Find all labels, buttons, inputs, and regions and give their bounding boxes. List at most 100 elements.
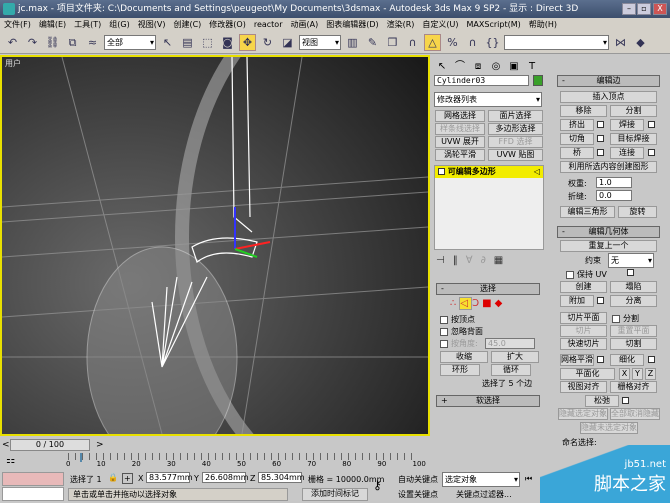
motion-tab-icon[interactable]: ◎ (488, 59, 504, 73)
hierarchy-tab-icon[interactable]: ⧈ (470, 59, 486, 73)
z-coord-field[interactable]: 85.304mm (258, 472, 305, 483)
select-arrow-icon[interactable]: ↖ (159, 34, 176, 51)
uvw-unwrap-button[interactable]: UVW 展开 (435, 136, 485, 148)
vertex-icon[interactable]: ∴ (450, 298, 459, 309)
meshsmooth-settings-icon[interactable] (597, 356, 604, 363)
edit-geometry-rollout-header[interactable]: - 编辑几何体 (557, 226, 660, 238)
detach-button[interactable]: 分离 (610, 295, 657, 307)
object-name-field[interactable]: Cylinder03 (434, 75, 529, 86)
stack-item-editable-poly[interactable]: 可编辑多边形 ◁ (435, 166, 543, 178)
menu-create[interactable]: 创建(C) (173, 18, 201, 32)
connect-settings-icon[interactable] (648, 149, 655, 156)
snap-3d-icon[interactable]: ∩ (404, 34, 421, 51)
planar-x-button[interactable]: X (619, 368, 630, 380)
insert-vertex-button[interactable]: 插入顶点 (560, 91, 657, 103)
weld-settings-icon[interactable] (648, 121, 655, 128)
add-time-tag-button[interactable]: 添加时间标记 (302, 488, 368, 501)
configure-sets-icon[interactable]: ▦ (494, 255, 511, 266)
shrink-button[interactable]: 收缩 (440, 351, 488, 363)
spline-select-button[interactable]: 样条线选择 (435, 123, 485, 135)
key-icon[interactable]: ⚷ (373, 478, 382, 492)
hide-unselected-button[interactable]: 隐藏未选定对象 (580, 422, 638, 434)
viewport-label[interactable]: 用户 (5, 58, 21, 69)
link-icon[interactable]: ⛓ (44, 34, 61, 51)
menu-maxscript[interactable]: MAXScript(M) (467, 18, 521, 32)
next-frame-icon[interactable]: > (96, 440, 104, 450)
menu-tools[interactable]: 工具(T) (74, 18, 101, 32)
curve-editor-icon[interactable]: ⚏ (6, 455, 15, 466)
attach-list-icon[interactable] (597, 297, 604, 304)
bridge-button[interactable]: 桥 (560, 147, 594, 159)
time-slider-thumb[interactable]: 0 / 100 (10, 439, 90, 451)
chamfer-button[interactable]: 切角 (560, 133, 594, 145)
x-coord-field[interactable]: 83.577mm (146, 472, 193, 483)
repeat-last-button[interactable]: 重复上一个 (560, 240, 657, 252)
edit-triangulation-button[interactable]: 编辑三角形 (560, 206, 615, 218)
weld-button[interactable]: 焊接 (610, 119, 644, 131)
relax-button[interactable]: 松弛 (585, 395, 619, 407)
edit-edges-rollout-header[interactable]: - 编辑边 (557, 75, 660, 87)
attach-button[interactable]: 附加 (560, 295, 594, 307)
key-filters-button[interactable]: 关键点过滤器... (456, 489, 512, 500)
extrude-button[interactable]: 挤出 (560, 119, 594, 131)
crease-spinner[interactable]: 0.0 (596, 190, 632, 201)
chamfer-settings-icon[interactable] (597, 135, 604, 142)
mirror-icon[interactable]: ⋈ (612, 34, 629, 51)
view-align-button[interactable]: 视图对齐 (560, 381, 607, 393)
set-key-button[interactable]: 设置关键点 (398, 489, 438, 500)
make-unique-icon[interactable]: ∀ (466, 255, 481, 266)
relax-settings-icon[interactable] (622, 397, 629, 404)
redo-icon[interactable]: ↷ (24, 34, 41, 51)
make-planar-button[interactable]: 平面化 (560, 368, 615, 380)
selection-rollout-header[interactable]: - 选择 (436, 283, 540, 295)
show-end-result-icon[interactable]: ‖ (453, 255, 466, 266)
window-crossing-icon[interactable]: ◙ (219, 34, 236, 51)
pivot-icon[interactable]: ▥ (344, 34, 361, 51)
display-tab-icon[interactable]: ▣ (506, 59, 522, 73)
slice-button[interactable]: 切片 (560, 325, 607, 337)
maxscript-input-mini[interactable] (2, 487, 64, 501)
uvw-map-button[interactable]: UVW 贴图 (488, 149, 543, 161)
prev-frame-icon[interactable]: < (2, 440, 10, 450)
bridge-settings-icon[interactable] (597, 149, 604, 156)
menu-graph-editors[interactable]: 图表编辑器(D) (326, 18, 378, 32)
named-selection-select[interactable] (504, 35, 609, 50)
move-icon[interactable]: ✥ (239, 34, 256, 51)
reset-plane-button[interactable]: 重置平面 (610, 325, 657, 337)
selection-filter-select[interactable]: 全部 (104, 35, 156, 50)
by-vertex-checkbox[interactable]: 按顶点 (440, 314, 475, 325)
menu-reactor[interactable]: reactor (254, 18, 283, 32)
undo-icon[interactable]: ↶ (4, 34, 21, 51)
soft-selection-rollout-header[interactable]: + 软选择 (436, 395, 540, 407)
patch-select-button[interactable]: 面片选择 (488, 110, 543, 122)
unlink-icon[interactable]: ⧉ (64, 34, 81, 51)
track-bar[interactable]: ⚏ 0 10 20 30 40 50 60 70 80 90 100 (0, 453, 430, 470)
expand-icon[interactable] (438, 168, 445, 175)
go-to-start-icon[interactable]: ⏮ (525, 474, 532, 484)
spinner-snap-icon[interactable]: ∩ (464, 34, 481, 51)
auto-key-button[interactable]: 自动关键点 (398, 474, 438, 485)
extrude-settings-icon[interactable] (597, 121, 604, 128)
keyboard-shortcut-icon[interactable]: ❒ (384, 34, 401, 51)
quickslice-button[interactable]: 快速切片 (560, 338, 607, 350)
turn-button[interactable]: 旋转 (618, 206, 657, 218)
weight-spinner[interactable]: 1.0 (596, 177, 632, 188)
preserve-uv-checkbox[interactable]: 保持 UV (566, 269, 607, 280)
modify-tab-icon[interactable]: ⌒ (452, 57, 468, 72)
pin-stack-icon[interactable]: ⊣ (436, 255, 453, 266)
menu-group[interactable]: 组(G) (109, 18, 129, 32)
menu-customize[interactable]: 自定义(U) (422, 18, 458, 32)
constraint-select[interactable]: 无 (608, 253, 654, 268)
remove-button[interactable]: 移除 (560, 105, 607, 117)
y-coord-field[interactable]: 26.608mm (202, 472, 249, 483)
border-icon[interactable]: Ɔ (472, 298, 482, 309)
bind-spacewarp-icon[interactable]: ≈ (84, 34, 101, 51)
grid-align-button[interactable]: 栅格对齐 (610, 381, 657, 393)
minimize-button[interactable]: – (622, 3, 636, 15)
object-color-swatch[interactable] (533, 75, 543, 86)
lock-icon[interactable]: 🔒 (108, 473, 118, 482)
create-button[interactable]: 创建 (560, 281, 607, 293)
ignore-backfacing-checkbox[interactable]: 忽略背面 (440, 326, 483, 337)
planar-y-button[interactable]: Y (632, 368, 643, 380)
slice-plane-button[interactable]: 切片平面 (560, 312, 607, 324)
